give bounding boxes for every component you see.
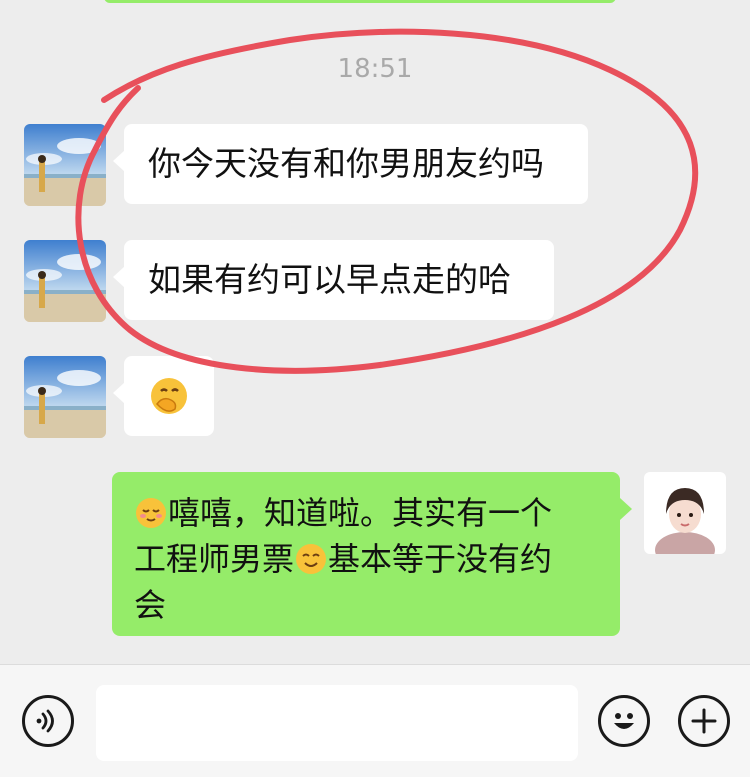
message-text: 工程师男票 xyxy=(134,540,295,578)
smiley-icon[interactable] xyxy=(598,695,650,747)
message-line: 工程师男票 基本等于没有约 xyxy=(134,536,598,582)
message-line: 会 xyxy=(134,582,598,628)
received-message-bubble[interactable]: 如果有约可以早点走的哈 xyxy=(113,240,554,320)
message-line: 嘻嘻，知道啦。其实有一个 xyxy=(134,490,598,536)
sent-message-bubble[interactable]: 嘻嘻，知道啦。其实有一个 工程师男票 基本等于没有约 会 xyxy=(112,472,632,636)
received-emoji-bubble[interactable] xyxy=(113,356,214,436)
contact-avatar[interactable] xyxy=(24,240,106,322)
contact-avatar[interactable] xyxy=(24,124,106,206)
chat-input-bar xyxy=(0,664,750,777)
contact-avatar[interactable] xyxy=(24,356,106,438)
message-text: 嘻嘻，知道啦。其实有一个 xyxy=(168,494,553,532)
message-input[interactable] xyxy=(96,685,578,761)
message-text: 如果有约可以早点走的哈 xyxy=(148,260,511,299)
relieved-face-emoji xyxy=(136,498,166,528)
message-text: 你今天没有和你男朋友约吗 xyxy=(148,144,544,183)
my-avatar[interactable] xyxy=(644,472,726,554)
face-with-hand-over-mouth-emoji xyxy=(151,378,187,414)
message-text: 会 xyxy=(134,586,167,624)
plus-icon[interactable] xyxy=(678,695,730,747)
message-text: 基本等于没有约 xyxy=(328,540,553,578)
received-message-bubble[interactable]: 你今天没有和你男朋友约吗 xyxy=(113,124,588,204)
previous-message-bubble xyxy=(104,0,616,3)
smiling-face-emoji xyxy=(296,544,327,574)
voice-icon[interactable] xyxy=(22,695,74,747)
message-timestamp: 18:51 xyxy=(337,54,413,84)
